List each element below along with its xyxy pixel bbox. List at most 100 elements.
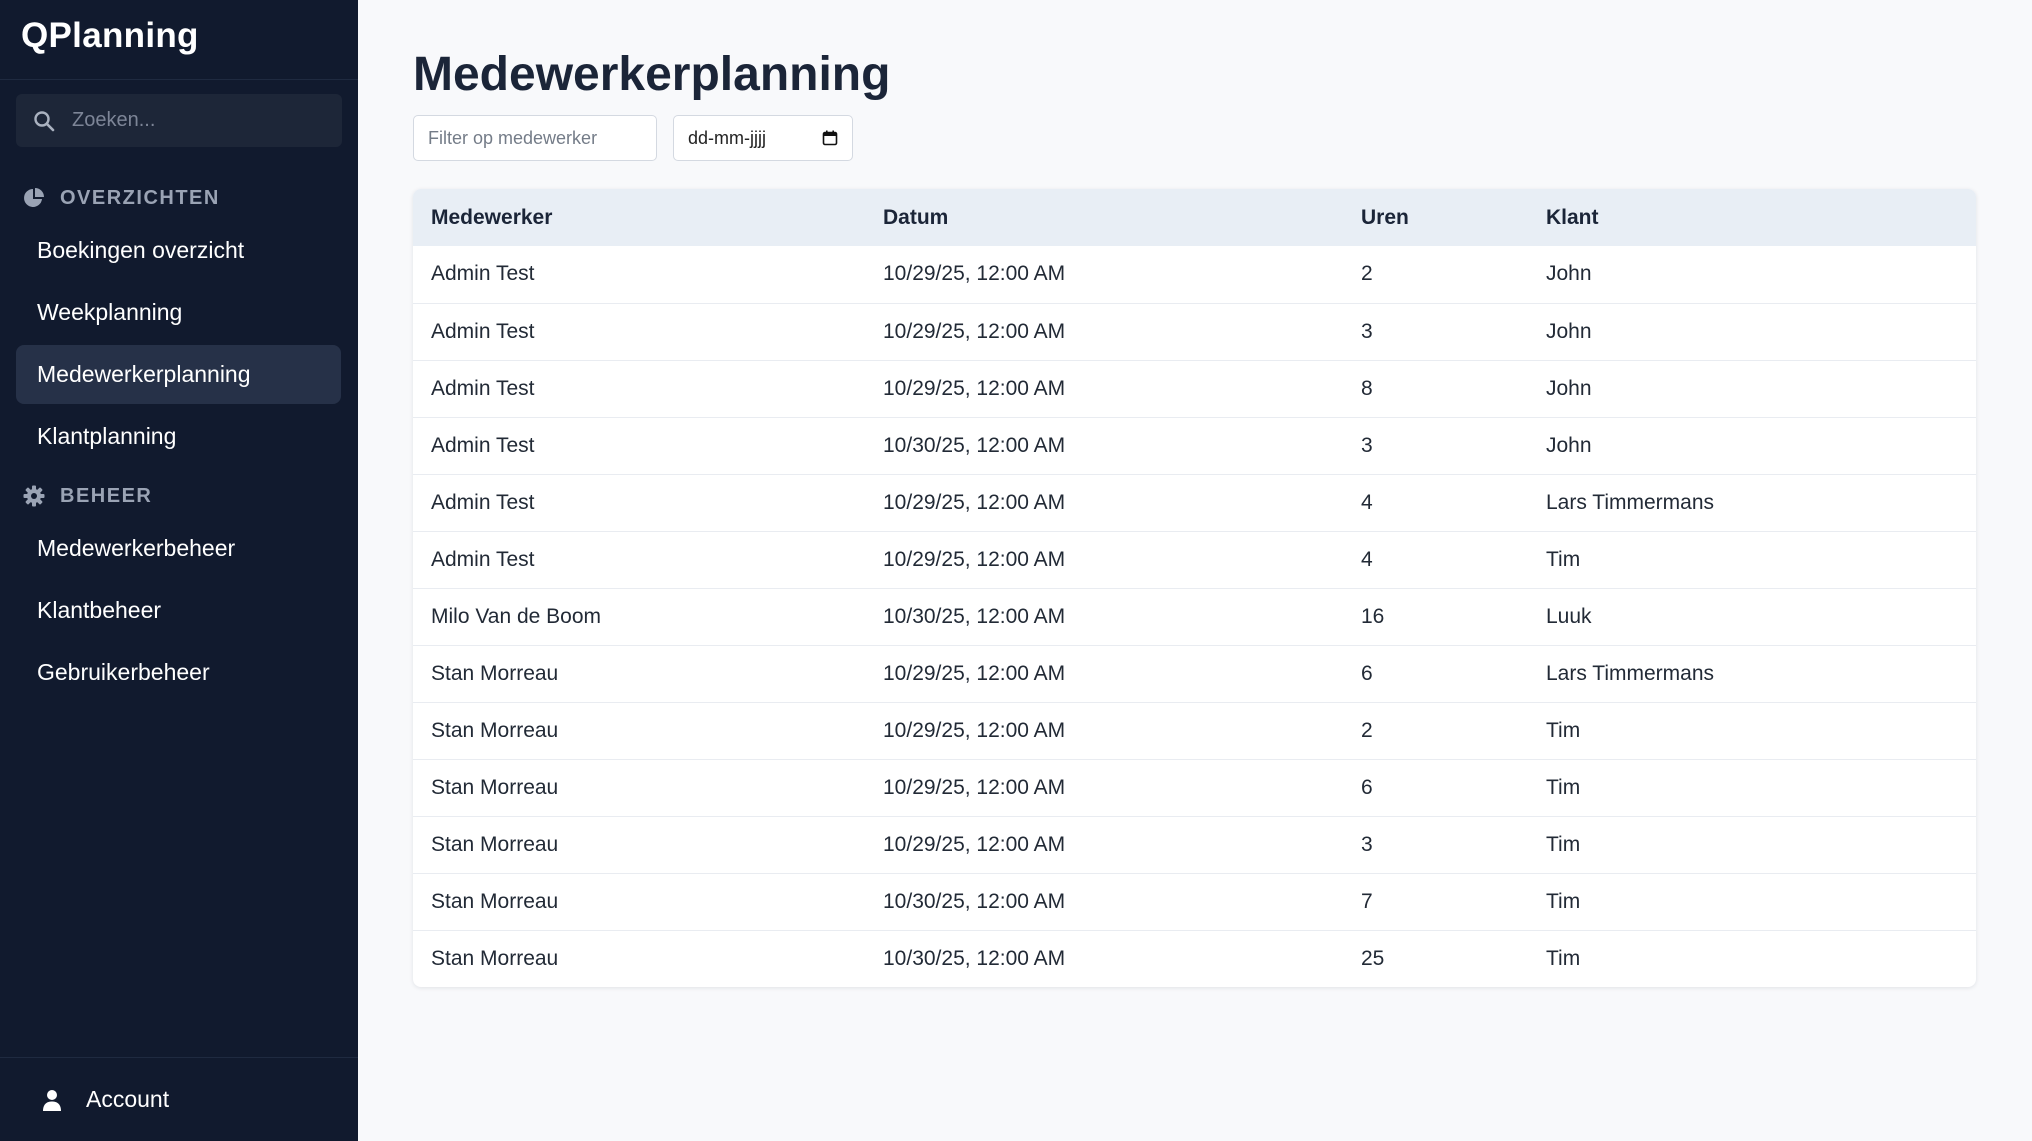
cell-uren: 3: [1343, 302, 1528, 360]
cell-medewerker: Admin Test: [431, 262, 535, 286]
table-row[interactable]: Admin Test 10/30/25, 12:00 AM 3 John: [413, 416, 1976, 474]
planning-table: Medewerker Datum Uren Klant Admin Test 10…: [413, 189, 1976, 987]
cell-datum: 10/29/25, 12:00 AM: [865, 302, 1343, 360]
cell-uren: 6: [1343, 644, 1528, 702]
cell-medewerker: Stan Morreau: [413, 815, 865, 873]
cell-medewerker: Stan Morreau: [413, 758, 865, 816]
cell-klant: John: [1528, 416, 1976, 474]
cell-uren: 2: [1343, 701, 1528, 759]
table-row[interactable]: Milo Van de Boom 10/30/25, 12:00 AM 16 Luuk: [413, 587, 1976, 645]
sidebar-item-gebruikerbeheer[interactable]: Gebruikerbeheer: [16, 643, 341, 702]
cell-uren: 2: [1361, 262, 1373, 286]
page-title: Medewerkerplanning: [413, 48, 891, 101]
table-row[interactable]: Admin Test 10/29/25, 12:00 AM 8 John: [413, 359, 1976, 417]
sidebar: QPlanning OVERZICHTEN Boekingen overzich…: [0, 0, 358, 1141]
date-placeholder: dd-mm-jjjj: [688, 127, 766, 148]
cell-klant: Luuk: [1528, 587, 1976, 645]
date-filter-input[interactable]: dd-mm-jjjj: [673, 115, 853, 161]
section-overzichten: OVERZICHTEN: [0, 178, 358, 218]
cell-medewerker: Admin Test: [413, 416, 865, 474]
cell-datum: 10/30/25, 12:00 AM: [865, 416, 1343, 474]
search-input[interactable]: [70, 108, 310, 133]
cell-datum: 10/29/25, 12:00 AM: [865, 758, 1343, 816]
cell-klant: Lars Timmermans: [1528, 644, 1976, 702]
sidebar-item-boekingen-overzicht[interactable]: Boekingen overzicht: [16, 221, 341, 280]
cell-datum: 10/29/25, 12:00 AM: [865, 473, 1343, 531]
table-row[interactable]: Stan Morreau 10/29/25, 12:00 AM 6 Tim: [413, 758, 1976, 816]
cell-klant: John: [1546, 262, 1592, 286]
cell-klant: Lars Timmermans: [1528, 473, 1976, 531]
cell-medewerker: Admin Test: [413, 530, 865, 588]
cell-uren: 4: [1343, 473, 1528, 531]
cell-uren: 4: [1343, 530, 1528, 588]
account-label: Account: [86, 1086, 170, 1112]
cell-klant: Tim: [1528, 530, 1976, 588]
column-header-datum[interactable]: Datum: [865, 189, 1343, 246]
cell-klant: Tim: [1528, 872, 1976, 930]
section-beheer: BEHEER: [0, 476, 358, 516]
cell-datum: 10/29/25, 12:00 AM: [865, 701, 1343, 759]
section-title: BEHEER: [60, 484, 153, 507]
cell-datum: 10/30/25, 12:00 AM: [865, 587, 1343, 645]
employee-filter-input[interactable]: [413, 115, 657, 161]
column-header-klant[interactable]: Klant: [1528, 189, 1976, 246]
table-row[interactable]: Stan Morreau 10/30/25, 12:00 AM 7 Tim: [413, 872, 1976, 930]
filter-bar: dd-mm-jjjj: [413, 115, 2032, 161]
cell-uren: 6: [1343, 758, 1528, 816]
cell-datum: 10/29/25, 12:00 AM: [865, 359, 1343, 417]
sidebar-item-klantplanning[interactable]: Klantplanning: [16, 407, 341, 466]
cell-uren: 7: [1343, 872, 1528, 930]
cell-uren: 8: [1343, 359, 1528, 417]
column-header-medewerker[interactable]: Medewerker: [413, 189, 865, 246]
cell-klant: Tim: [1528, 815, 1976, 873]
user-icon: [43, 1089, 61, 1111]
cell-medewerker: Milo Van de Boom: [413, 587, 865, 645]
account-link[interactable]: Account: [0, 1057, 358, 1141]
cell-uren: 16: [1343, 587, 1528, 645]
cell-medewerker: Stan Morreau: [413, 872, 865, 930]
cell-klant: Tim: [1528, 701, 1976, 759]
column-header-uren[interactable]: Uren: [1343, 189, 1528, 246]
main-content: Medewerkerplanning dd-mm-jjjj Medewerker: [358, 0, 2032, 1141]
sidebar-item-medewerkerplanning[interactable]: Medewerkerplanning: [16, 345, 341, 404]
cell-medewerker: Stan Morreau: [413, 644, 865, 702]
cell-datum: 10/29/25, 12:00 AM: [865, 644, 1343, 702]
gear-icon: [23, 485, 45, 507]
app-root: QPlanning OVERZICHTEN Boekingen overzich…: [0, 0, 2032, 1141]
cell-medewerker: Admin Test: [413, 302, 865, 360]
cell-medewerker: Admin Test: [413, 473, 865, 531]
table-row[interactable]: Admin Test 10/29/25, 12:00 AM 4 Lars Timmer…: [413, 473, 1976, 531]
cell-uren: 25: [1343, 929, 1528, 987]
table-row[interactable]: Admin Test 10/29/25, 12:00 AM 4 Tim: [413, 530, 1976, 588]
calendar-icon[interactable]: [822, 130, 838, 146]
section-title: OVERZICHTEN: [60, 186, 220, 209]
cell-medewerker: Stan Morreau: [413, 701, 865, 759]
brand-title: QPlanning: [0, 0, 358, 80]
table-row[interactable]: Admin Test 10/29/25, 12:00 AM 2 John: [413, 246, 1976, 303]
sidebar-item-klantbeheer[interactable]: Klantbeheer: [16, 581, 341, 640]
cell-datum: 10/29/25, 12:00 AM: [865, 815, 1343, 873]
cell-klant: John: [1528, 359, 1976, 417]
table-body: Admin Test 10/29/25, 12:00 AM 2 John Admin T…: [413, 246, 1976, 987]
planning-table-card: Medewerker Datum Uren Klant Admin Test 10…: [413, 189, 1976, 987]
cell-datum: 10/29/25, 12:00 AM: [883, 262, 1066, 286]
cell-klant: Tim: [1528, 758, 1976, 816]
cell-datum: 10/30/25, 12:00 AM: [865, 929, 1343, 987]
sidebar-item-weekplanning[interactable]: Weekplanning: [16, 283, 341, 342]
cell-uren: 3: [1343, 815, 1528, 873]
cell-uren: 3: [1343, 416, 1528, 474]
table-row[interactable]: Stan Morreau 10/29/25, 12:00 AM 2 Tim: [413, 701, 1976, 759]
sidebar-item-medewerkerbeheer[interactable]: Medewerkerbeheer: [16, 519, 341, 578]
table-row[interactable]: Admin Test 10/29/25, 12:00 AM 3 John: [413, 302, 1976, 360]
search-icon: [34, 110, 55, 131]
table-row[interactable]: Stan Morreau 10/29/25, 12:00 AM 6 Lars Timm…: [413, 644, 1976, 702]
cell-medewerker: Stan Morreau: [413, 929, 865, 987]
cell-datum: 10/29/25, 12:00 AM: [865, 530, 1343, 588]
pie-chart-icon: [24, 188, 44, 207]
sidebar-search[interactable]: [16, 94, 342, 147]
cell-datum: 10/30/25, 12:00 AM: [865, 872, 1343, 930]
table-row[interactable]: Stan Morreau 10/30/25, 12:00 AM 25 Tim: [413, 929, 1976, 987]
table-header-row: Medewerker Datum Uren Klant: [413, 189, 1976, 246]
cell-klant: John: [1528, 302, 1976, 360]
table-row[interactable]: Stan Morreau 10/29/25, 12:00 AM 3 Tim: [413, 815, 1976, 873]
